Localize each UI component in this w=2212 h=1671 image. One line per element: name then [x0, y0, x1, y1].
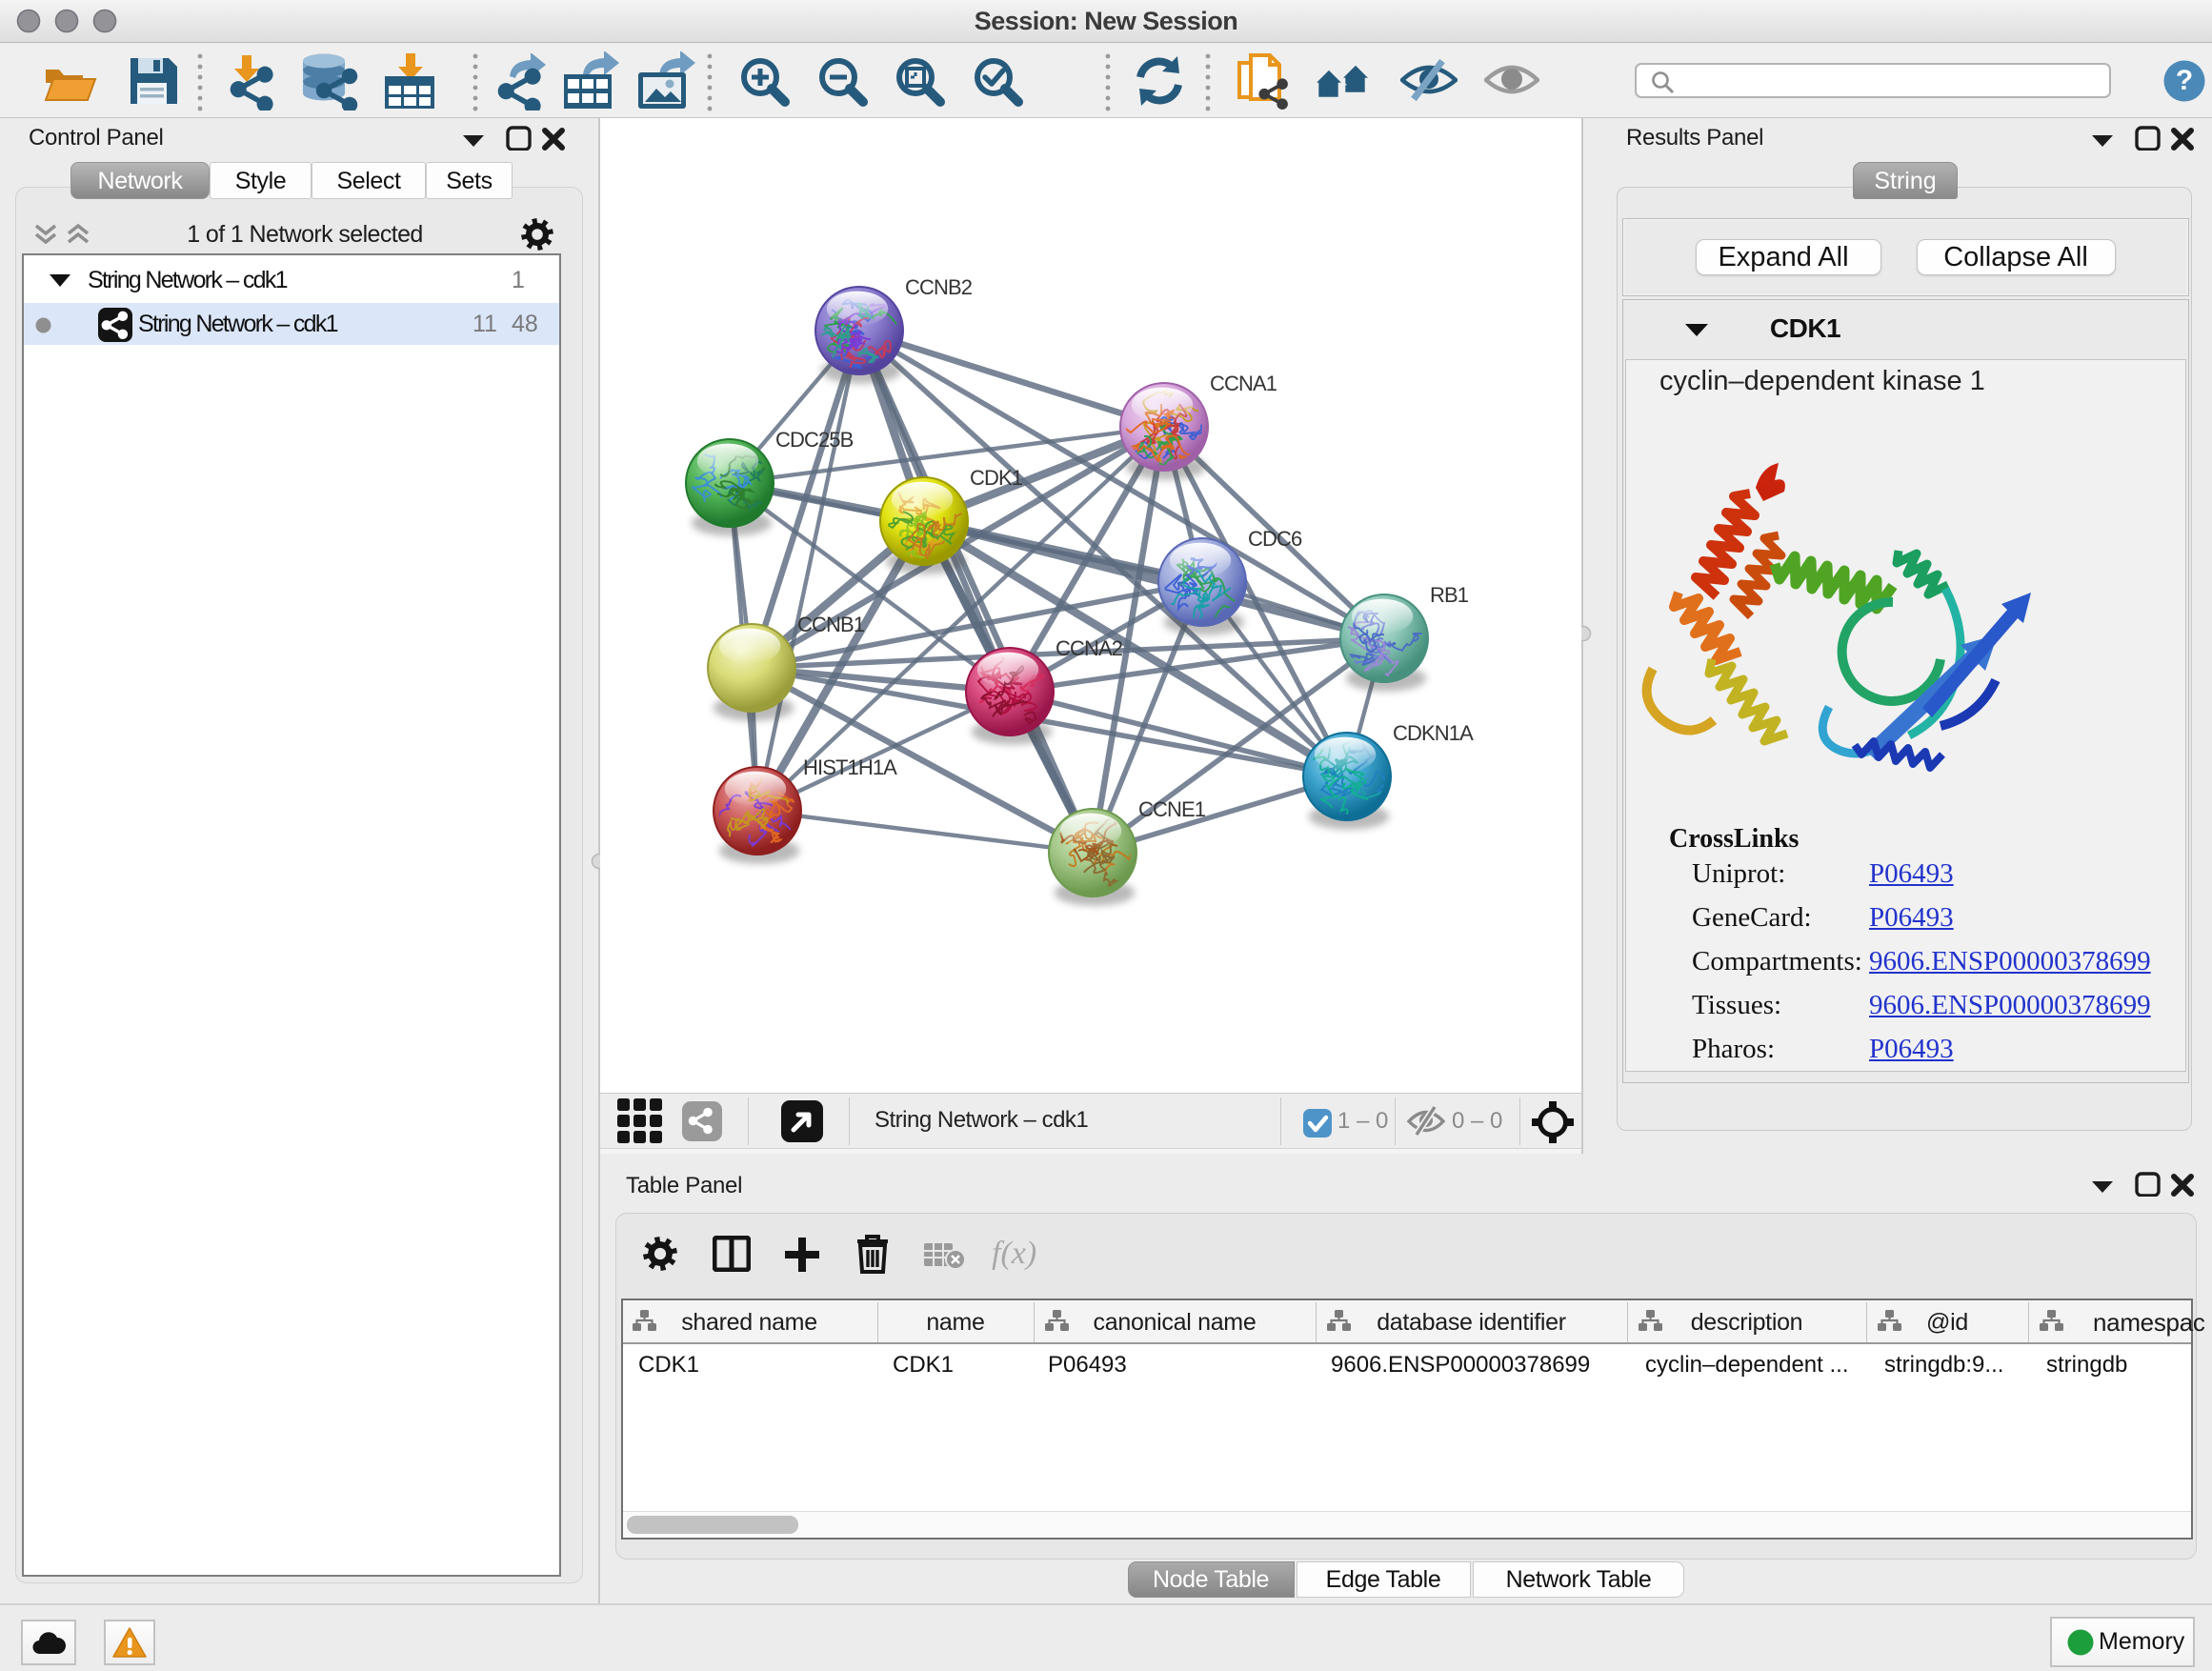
- svg-text:CCNE1: CCNE1: [1138, 797, 1206, 821]
- svg-text:CCNA1: CCNA1: [1210, 372, 1277, 395]
- svg-text:CDK1: CDK1: [970, 466, 1023, 490]
- svg-text:CCNB1: CCNB1: [797, 613, 865, 636]
- svg-text:CDC6: CDC6: [1248, 527, 1302, 551]
- svg-text:RB1: RB1: [1430, 583, 1469, 607]
- svg-text:CCNA2: CCNA2: [1056, 636, 1123, 660]
- svg-text:?: ?: [2176, 65, 2193, 96]
- svg-text:CCNB2: CCNB2: [905, 275, 973, 299]
- svg-text:CDKN1A: CDKN1A: [1393, 721, 1474, 745]
- svg-text:HIST1H1A: HIST1H1A: [803, 755, 897, 779]
- svg-text:CDC25B: CDC25B: [775, 428, 854, 452]
